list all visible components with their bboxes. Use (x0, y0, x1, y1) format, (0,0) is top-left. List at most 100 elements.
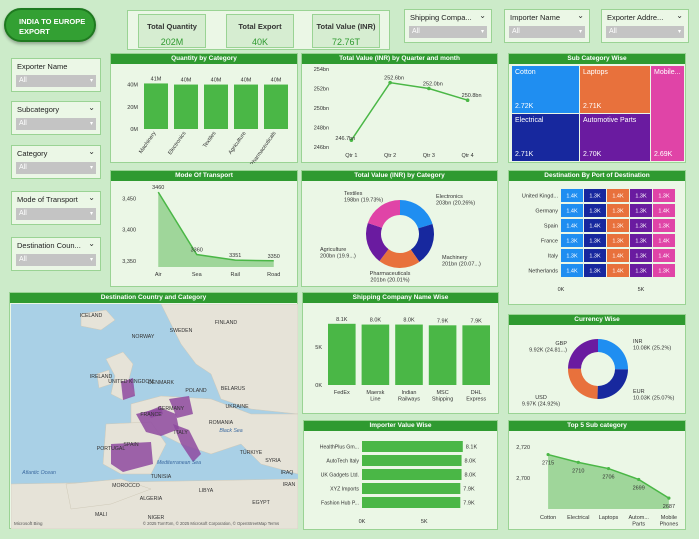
treemap-tile[interactable]: Cotton 2.72K (512, 66, 579, 113)
map-label: DENMARK (148, 380, 174, 386)
kpi-value: 40K (251, 37, 268, 47)
dropdown-arrow-icon: ▾ (578, 29, 582, 35)
cell-value: 1.3K (589, 254, 601, 260)
slicer-value: All (19, 164, 27, 171)
donut-slice (568, 339, 598, 369)
y-tick-label: 3,400 (122, 228, 136, 234)
slicer-dropdown[interactable]: All ▾ (509, 26, 585, 38)
dropdown-arrow-icon: ▾ (89, 121, 93, 127)
chevron-down-icon[interactable]: ⌄ (479, 11, 486, 20)
y-tick-label: 2,700 (516, 476, 530, 482)
donut-slice (597, 369, 628, 399)
data-label: 7.9K (463, 487, 475, 493)
x-tick-label: Agriculture (228, 131, 248, 156)
cell-value: 1.3K (566, 254, 578, 260)
slicer-dropdown[interactable]: All ▾ (409, 26, 487, 38)
chevron-down-icon[interactable]: ⌄ (88, 239, 95, 248)
panel-subcategory-wise: Sub Category Wise Cotton 2.72K Laptops 2.71… (508, 53, 686, 163)
europe-map[interactable]: ICELAND NORWAY SWEDEN FINLAND UNITED KINGDOM… (11, 304, 298, 529)
x-tick-label: Pharmaceuticals (249, 131, 277, 164)
chevron-down-icon[interactable]: ⌄ (88, 193, 95, 202)
slicer-dropdown[interactable]: All ▾ (16, 118, 96, 130)
currency-donut-chart: INR 10.08K (25.2%) EUR 10.03K (25.07%) USD 9.… (522, 339, 674, 408)
slicer-mode-of-transport[interactable]: Mode of Transport ⌄ All ▾ (11, 191, 101, 225)
bar (361, 324, 390, 385)
slicer-category[interactable]: Category ⌄ All ▾ (11, 145, 101, 179)
map-label: MALI (95, 512, 107, 518)
panel-destination-by-port: Destination By Port of Destination United… (508, 170, 686, 305)
slicer-label: Exporter Name (17, 62, 68, 71)
treemap-tile[interactable]: Mobile... 2.69K (651, 66, 684, 161)
data-label: 8.0K (465, 459, 477, 465)
importer-bar-chart: HealthPlus Gm... 8.1K AutoTech Italy 8.0K UK… (320, 441, 478, 525)
row-label: AutoTech Italy (326, 459, 359, 465)
dropdown-arrow-icon: ▾ (89, 211, 93, 217)
slicer-exporter-name[interactable]: Exporter Name All ▾ (11, 58, 101, 92)
panel-title: Sub Category Wise (509, 54, 685, 64)
tile-label: Electrical (515, 117, 544, 124)
slicer-dropdown[interactable]: All ▾ (16, 162, 96, 174)
data-label: 40M (181, 78, 192, 84)
x-tick-label: DHL Express (466, 390, 486, 403)
slice-label: Textiles 198bn (19.73%) (344, 191, 383, 204)
map-label: TUNISIA (151, 474, 172, 480)
slicer-shipping-company[interactable]: Shipping Compa... ⌄ All ▾ (404, 9, 492, 43)
tile-value: 2.71K (583, 103, 602, 110)
slice-label: INR 10.08K (25.2%) (633, 339, 671, 352)
data-label: 7.9K (471, 318, 483, 324)
bar (395, 324, 423, 385)
bar (362, 441, 463, 452)
map-label: POLAND (185, 388, 207, 394)
data-label: 3360 (191, 248, 203, 254)
slicer-importer-name[interactable]: Importer Name ⌄ All ▾ (504, 9, 590, 43)
cell-value: 1.4K (566, 194, 578, 200)
donut-slice (400, 200, 433, 229)
data-label: 8.0K (370, 318, 382, 324)
x-tick-label: MSC Shipping (432, 390, 453, 403)
bar (328, 323, 356, 385)
cell-value: 1.3K (658, 224, 670, 230)
slicer-dropdown[interactable]: All ▾ (16, 254, 96, 266)
chevron-down-icon[interactable]: ⌄ (88, 103, 95, 112)
chevron-down-icon[interactable]: ⌄ (676, 11, 683, 20)
slicer-value: All (19, 210, 27, 217)
slice-label: Agriculture 200bn (19.9...) (320, 247, 356, 260)
panel-title: Shipping Company Name Wise (303, 293, 498, 303)
port-matrix-chart: United Kingd... 1.4K 1.3K 1.4K 1.3K 1.3K Germa… (522, 189, 675, 293)
data-label: 8.1K (466, 445, 478, 451)
map-label: NORWAY (132, 334, 155, 340)
slicer-value: All (19, 120, 27, 127)
chevron-down-icon[interactable]: ⌄ (577, 11, 584, 20)
map-label: UKRAINE (225, 404, 249, 410)
x-tick-label: Air (155, 272, 162, 278)
cell-value: 1.4K (612, 269, 624, 275)
data-point (576, 460, 580, 464)
map-label: SPAIN (123, 442, 138, 448)
chevron-down-icon[interactable]: ⌄ (88, 147, 95, 156)
cell-value: 1.3K (612, 239, 624, 245)
map-label: Black Sea (219, 428, 242, 434)
row-label: Italy (548, 254, 558, 260)
subcategory-treemap: Cotton 2.72K Laptops 2.71K Mobile... 2.69K Ele… (512, 66, 684, 161)
bar (362, 483, 461, 494)
x-tick-label: 5K (421, 519, 428, 525)
slicer-dropdown[interactable]: All ▾ (16, 75, 96, 87)
panel-title: Quantity by Category (111, 54, 297, 64)
bar (234, 84, 258, 129)
dropdown-arrow-icon: ▾ (89, 165, 93, 171)
treemap-tile[interactable]: Electrical 2.71K (512, 114, 579, 161)
slicer-exporter-address[interactable]: Exporter Addre... ⌄ All ▾ (601, 9, 689, 43)
slicer-destination-country[interactable]: Destination Coun... ⌄ All ▾ (11, 237, 101, 271)
slicer-subcategory[interactable]: Subcategory ⌄ All ▾ (11, 101, 101, 135)
bar (174, 84, 198, 129)
tile-label: Laptops (583, 69, 608, 76)
treemap-tile[interactable]: Automotive Parts 2.70K (580, 114, 650, 161)
data-point (667, 496, 671, 500)
map-label: UNITED KINGDOM (108, 379, 154, 385)
map-label: ROMANIA (209, 420, 234, 426)
treemap-tile[interactable]: Laptops 2.71K (580, 66, 650, 113)
cell-value: 1.3K (658, 194, 670, 200)
slicer-dropdown[interactable]: All ▾ (606, 26, 684, 38)
slicer-dropdown[interactable]: All ▾ (16, 208, 96, 220)
cell-value: 1.3K (635, 239, 647, 245)
